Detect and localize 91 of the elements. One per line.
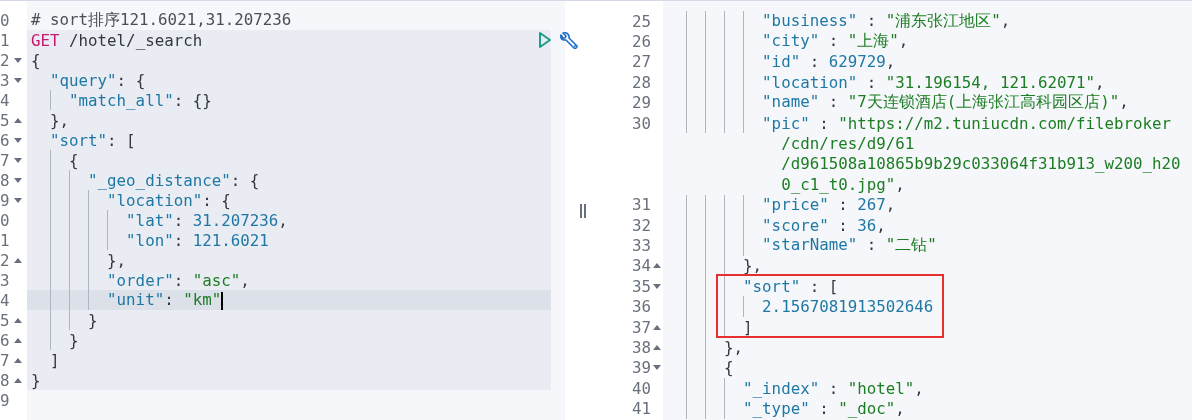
unfold-arrow-icon[interactable] <box>14 117 22 123</box>
line-number: 34 <box>631 256 651 276</box>
fold-arrow-icon[interactable] <box>14 177 22 183</box>
line-number: 31 <box>631 195 651 215</box>
line-number: 32 <box>631 215 651 235</box>
line-number: 41 <box>631 399 651 419</box>
code-line: "location": { <box>106 190 231 210</box>
code-line: "_geo_distance": { <box>87 170 260 190</box>
code-line: "business" : "浦东张江地区", <box>761 10 1011 32</box>
code-line: "name" : "7天连锁酒店(上海张江高科园区店)", <box>761 92 1129 114</box>
code-line: "query": { <box>49 70 146 90</box>
code-line: "city" : "上海", <box>761 31 909 53</box>
code-line: "lon": 121.6021 <box>125 230 269 250</box>
fold-arrow-icon[interactable] <box>14 137 22 143</box>
code-line: ] <box>49 350 60 370</box>
line-number: 25 <box>631 11 651 31</box>
line-number: 2 <box>0 250 11 270</box>
line-number: 7 <box>0 150 11 170</box>
code-line: "price" : 267, <box>761 195 896 215</box>
line-number: 5 <box>0 110 11 130</box>
fold-arrow-icon[interactable] <box>14 197 22 203</box>
code-line: }, <box>106 250 127 270</box>
code-line: "id" : 629729, <box>761 52 896 72</box>
line-number: 0 <box>0 210 11 230</box>
code-line: "match_all": {} <box>68 90 212 110</box>
line-number: 2 <box>0 50 11 70</box>
code-line: "sort": [ <box>49 130 136 150</box>
line-number: 40 <box>631 378 651 398</box>
line-number: 4 <box>0 90 11 110</box>
fold-arrow-icon[interactable] <box>14 157 22 163</box>
code-line: "unit": "km" <box>106 290 224 310</box>
code-line: }, <box>49 110 70 130</box>
line-number: 3 <box>0 70 11 90</box>
line-number: 1 <box>0 30 11 50</box>
unfold-arrow-icon[interactable] <box>14 337 22 343</box>
line-number: 30 <box>631 113 651 133</box>
code-line: } <box>31 370 41 390</box>
line-number: 9 <box>0 190 11 210</box>
line-number: 36 <box>631 297 651 317</box>
code-line: "order": "asc", <box>106 270 250 290</box>
line-number: 35 <box>631 276 651 296</box>
line-number: 39 <box>631 358 651 378</box>
code-line: "pic" : "https://m2.tuniucdn.com/filebroker <box>761 113 1172 133</box>
fold-arrow-icon[interactable] <box>14 77 22 83</box>
line-number: 5 <box>0 310 11 330</box>
code-line: "location" : "31.196154, 121.62071", <box>761 72 1105 92</box>
code-line: "starName" : "二钻" <box>761 235 937 256</box>
code-line: GET /hotel/_search <box>31 30 203 50</box>
code-line: 0_c1_t0.jpg", <box>780 174 905 194</box>
code-line: "_type" : "_doc", <box>742 399 905 419</box>
line-number: 26 <box>631 32 651 52</box>
code-line: ] <box>742 317 753 337</box>
code-line: } <box>87 310 98 330</box>
line-number: 27 <box>631 52 651 72</box>
code-line: # sort排序121.6021,31.207236 <box>31 9 292 31</box>
code-line: }, <box>742 256 763 276</box>
line-number: 9 <box>0 390 11 410</box>
wrench-icon[interactable] <box>560 30 579 50</box>
code-line: /d961508a10865b9b29c033064f31b913_w200_h20 <box>780 154 1181 174</box>
line-number: 8 <box>0 170 11 190</box>
line-number: 8 <box>0 370 11 390</box>
line-number: 29 <box>631 93 651 113</box>
code-line: 2.1567081913502646 <box>761 297 934 317</box>
code-line: /cdn/res/d9/61 <box>780 134 915 154</box>
code-line: { <box>68 150 79 170</box>
code-line: "sort" : [ <box>742 276 839 296</box>
unfold-arrow-icon[interactable] <box>14 357 22 363</box>
code-line: } <box>68 330 79 350</box>
line-number: 28 <box>631 72 651 92</box>
line-number: 6 <box>0 330 11 350</box>
code-line: "score" : 36, <box>761 215 886 235</box>
line-number: 33 <box>631 236 651 255</box>
line-number: 38 <box>631 337 651 357</box>
resize-handle-icon[interactable] <box>579 203 586 218</box>
code-line: { <box>31 50 41 70</box>
line-number: 3 <box>0 270 11 290</box>
unfold-arrow-icon[interactable] <box>14 257 22 263</box>
line-number: 6 <box>0 130 11 150</box>
code-line: }, <box>723 337 744 357</box>
line-number: 0 <box>0 10 11 30</box>
fold-arrow-icon[interactable] <box>14 57 22 63</box>
line-number: 7 <box>0 350 11 370</box>
unfold-arrow-icon[interactable] <box>14 317 22 323</box>
code-line: "_index" : "hotel", <box>742 378 924 398</box>
code-line: { <box>723 358 734 378</box>
line-number: 4 <box>0 290 11 310</box>
play-icon[interactable] <box>538 31 552 49</box>
unfold-arrow-icon[interactable] <box>14 377 22 383</box>
code-line: "lat": 31.207236, <box>125 210 288 230</box>
line-number: 1 <box>0 230 11 250</box>
line-number: 37 <box>631 317 651 337</box>
